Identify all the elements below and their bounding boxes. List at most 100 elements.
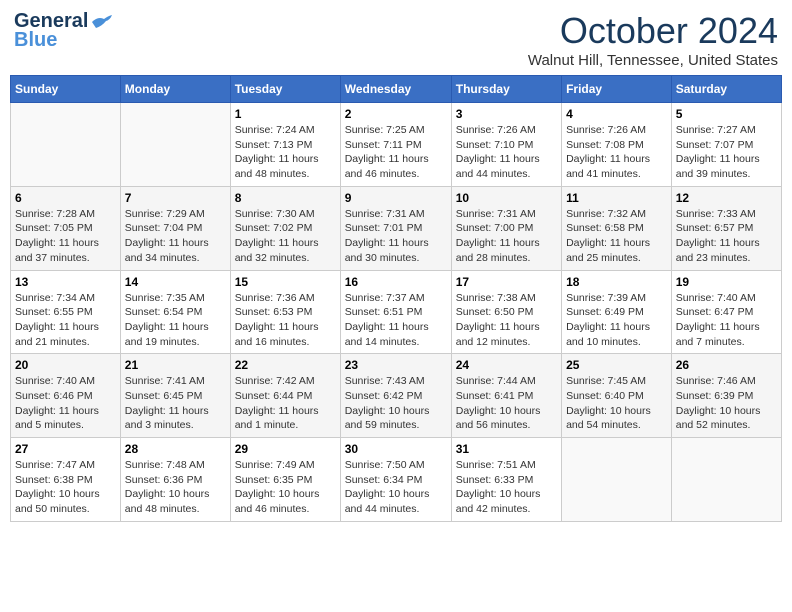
day-number: 5 [676,107,777,121]
calendar-cell [120,103,230,187]
day-info: Sunrise: 7:27 AM Sunset: 7:07 PM Dayligh… [676,123,777,182]
day-info: Sunrise: 7:33 AM Sunset: 6:57 PM Dayligh… [676,207,777,266]
calendar-cell [671,438,781,522]
header-monday: Monday [120,76,230,103]
calendar-header-row: SundayMondayTuesdayWednesdayThursdayFrid… [11,76,782,103]
header-tuesday: Tuesday [230,76,340,103]
header-friday: Friday [562,76,672,103]
calendar-cell: 24Sunrise: 7:44 AM Sunset: 6:41 PM Dayli… [451,354,561,438]
calendar-cell: 13 Sunrise: 7:34 AM Sunset: 6:55 PM Dayli… [11,270,121,354]
day-number: 1 [235,107,336,121]
calendar-week-1: 1 Sunrise: 7:24 AM Sunset: 7:13 PM Daylig… [11,103,782,187]
day-number: 28 [125,442,226,456]
day-info: Sunrise: 7:24 AM Sunset: 7:13 PM Dayligh… [235,123,336,182]
calendar-week-4: 20 Sunrise: 7:40 AM Sunset: 6:46 PM Dayli… [11,354,782,438]
calendar-cell: 20 Sunrise: 7:40 AM Sunset: 6:46 PM Dayli… [11,354,121,438]
day-info: Sunrise: 7:32 AM Sunset: 6:58 PM Dayligh… [566,207,667,266]
day-info: Sunrise: 7:31 AM Sunset: 7:00 PM Dayligh… [456,207,557,266]
day-number: 24 [456,358,557,372]
day-number: 10 [456,191,557,205]
header-wednesday: Wednesday [340,76,451,103]
calendar-cell: 6 Sunrise: 7:28 AM Sunset: 7:05 PM Daylig… [11,186,121,270]
calendar-week-3: 13 Sunrise: 7:34 AM Sunset: 6:55 PM Dayli… [11,270,782,354]
day-number: 15 [235,275,336,289]
day-number: 29 [235,442,336,456]
calendar-table: SundayMondayTuesdayWednesdayThursdayFrid… [10,75,782,522]
day-info: Sunrise: 7:42 AM Sunset: 6:44 PM Dayligh… [235,374,336,433]
header-saturday: Saturday [671,76,781,103]
calendar-cell: 29 Sunrise: 7:49 AM Sunset: 6:35 PM Dayli… [230,438,340,522]
calendar-cell: 12 Sunrise: 7:33 AM Sunset: 6:57 PM Dayli… [671,186,781,270]
day-info: Sunrise: 7:37 AM Sunset: 6:51 PM Dayligh… [345,291,447,350]
calendar-cell: 27 Sunrise: 7:47 AM Sunset: 6:38 PM Dayli… [11,438,121,522]
day-number: 9 [345,191,447,205]
day-number: 21 [125,358,226,372]
calendar-cell: 10 Sunrise: 7:31 AM Sunset: 7:00 PM Dayli… [451,186,561,270]
calendar-cell: 30Sunrise: 7:50 AM Sunset: 6:34 PM Dayli… [340,438,451,522]
day-info: Sunrise: 7:26 AM Sunset: 7:08 PM Dayligh… [566,123,667,182]
calendar-cell: 22 Sunrise: 7:42 AM Sunset: 6:44 PM Dayli… [230,354,340,438]
day-number: 20 [15,358,116,372]
header-thursday: Thursday [451,76,561,103]
calendar-cell: 26 Sunrise: 7:46 AM Sunset: 6:39 PM Dayli… [671,354,781,438]
day-number: 14 [125,275,226,289]
day-number: 26 [676,358,777,372]
day-info: Sunrise: 7:38 AM Sunset: 6:50 PM Dayligh… [456,291,557,350]
day-info: Sunrise: 7:48 AM Sunset: 6:36 PM Dayligh… [125,458,226,517]
page-header: General Blue October 2024 Walnut Hill, T… [10,10,782,69]
day-number: 6 [15,191,116,205]
day-info: Sunrise: 7:28 AM Sunset: 7:05 PM Dayligh… [15,207,116,266]
calendar-cell: 5 Sunrise: 7:27 AM Sunset: 7:07 PM Daylig… [671,103,781,187]
day-number: 13 [15,275,116,289]
day-number: 23 [345,358,447,372]
day-info: Sunrise: 7:34 AM Sunset: 6:55 PM Dayligh… [15,291,116,350]
day-info: Sunrise: 7:39 AM Sunset: 6:49 PM Dayligh… [566,291,667,350]
day-number: 3 [456,107,557,121]
day-info: Sunrise: 7:45 AM Sunset: 6:40 PM Dayligh… [566,374,667,433]
logo-bird-icon [90,14,112,30]
day-number: 31 [456,442,557,456]
day-number: 12 [676,191,777,205]
day-number: 16 [345,275,447,289]
day-info: Sunrise: 7:49 AM Sunset: 6:35 PM Dayligh… [235,458,336,517]
day-info: Sunrise: 7:41 AM Sunset: 6:45 PM Dayligh… [125,374,226,433]
day-info: Sunrise: 7:46 AM Sunset: 6:39 PM Dayligh… [676,374,777,433]
day-info: Sunrise: 7:43 AM Sunset: 6:42 PM Dayligh… [345,374,447,433]
day-info: Sunrise: 7:47 AM Sunset: 6:38 PM Dayligh… [15,458,116,517]
calendar-cell: 3Sunrise: 7:26 AM Sunset: 7:10 PM Daylig… [451,103,561,187]
day-info: Sunrise: 7:40 AM Sunset: 6:47 PM Dayligh… [676,291,777,350]
calendar-cell: 14 Sunrise: 7:35 AM Sunset: 6:54 PM Dayli… [120,270,230,354]
logo: General Blue [14,10,112,52]
calendar-cell: 11Sunrise: 7:32 AM Sunset: 6:58 PM Dayli… [562,186,672,270]
title-section: October 2024 Walnut Hill, Tennessee, Uni… [528,10,778,69]
day-number: 4 [566,107,667,121]
calendar-week-2: 6 Sunrise: 7:28 AM Sunset: 7:05 PM Daylig… [11,186,782,270]
day-number: 27 [15,442,116,456]
day-info: Sunrise: 7:35 AM Sunset: 6:54 PM Dayligh… [125,291,226,350]
day-info: Sunrise: 7:36 AM Sunset: 6:53 PM Dayligh… [235,291,336,350]
header-sunday: Sunday [11,76,121,103]
calendar-cell: 15 Sunrise: 7:36 AM Sunset: 6:53 PM Dayli… [230,270,340,354]
calendar-cell: 25 Sunrise: 7:45 AM Sunset: 6:40 PM Dayli… [562,354,672,438]
calendar-cell: 2Sunrise: 7:25 AM Sunset: 7:11 PM Daylig… [340,103,451,187]
location: Walnut Hill, Tennessee, United States [528,52,778,69]
day-number: 7 [125,191,226,205]
calendar-cell: 18Sunrise: 7:39 AM Sunset: 6:49 PM Dayli… [562,270,672,354]
calendar-cell: 8Sunrise: 7:30 AM Sunset: 7:02 PM Daylig… [230,186,340,270]
calendar-cell: 16 Sunrise: 7:37 AM Sunset: 6:51 PM Dayli… [340,270,451,354]
calendar-cell: 17 Sunrise: 7:38 AM Sunset: 6:50 PM Dayli… [451,270,561,354]
calendar-cell: 28 Sunrise: 7:48 AM Sunset: 6:36 PM Dayli… [120,438,230,522]
calendar-cell: 23 Sunrise: 7:43 AM Sunset: 6:42 PM Dayli… [340,354,451,438]
calendar-cell: 21 Sunrise: 7:41 AM Sunset: 6:45 PM Dayli… [120,354,230,438]
day-number: 8 [235,191,336,205]
day-number: 22 [235,358,336,372]
calendar-week-5: 27 Sunrise: 7:47 AM Sunset: 6:38 PM Dayli… [11,438,782,522]
calendar-cell: 4 Sunrise: 7:26 AM Sunset: 7:08 PM Daylig… [562,103,672,187]
calendar-cell: 1 Sunrise: 7:24 AM Sunset: 7:13 PM Daylig… [230,103,340,187]
day-number: 25 [566,358,667,372]
month-title: October 2024 [528,10,778,52]
day-number: 17 [456,275,557,289]
calendar-cell: 9Sunrise: 7:31 AM Sunset: 7:01 PM Daylig… [340,186,451,270]
day-number: 2 [345,107,447,121]
day-info: Sunrise: 7:40 AM Sunset: 6:46 PM Dayligh… [15,374,116,433]
